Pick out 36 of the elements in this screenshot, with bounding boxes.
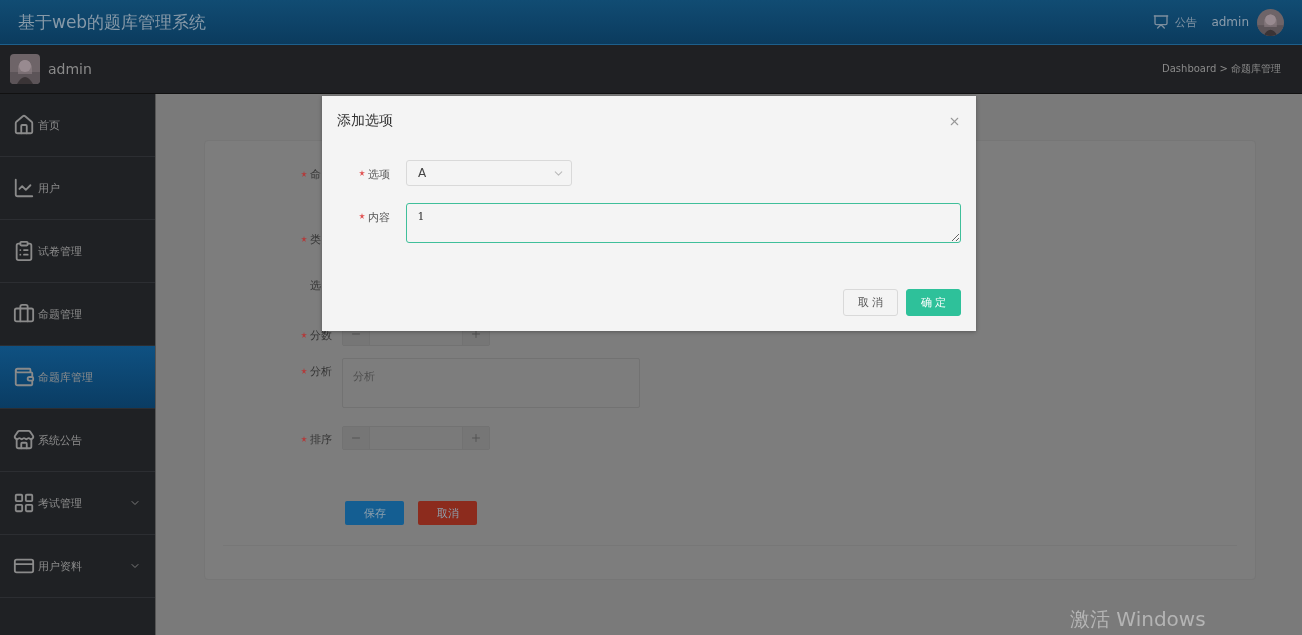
option-select[interactable]: A: [406, 160, 572, 186]
briefcase-icon: [13, 303, 35, 325]
plus-icon[interactable]: [470, 328, 482, 340]
sidebar-user-name: admin: [48, 61, 93, 77]
user-name: admin: [1211, 15, 1249, 29]
notice-board-icon: [1153, 14, 1170, 30]
save-button[interactable]: 保存: [345, 501, 404, 525]
sidebar-item[interactable]: 系统公告: [0, 409, 155, 472]
sidebar-item[interactable]: 试卷管理: [0, 220, 155, 283]
dialog-title: 添加选项: [337, 112, 393, 130]
field-label: 内容: [368, 210, 391, 225]
field-label: 分数: [310, 328, 333, 343]
cancel-button[interactable]: 取消: [418, 501, 477, 525]
field-label: 选: [310, 278, 322, 293]
field-label: 类: [310, 232, 322, 247]
activation-watermark: 激活 Windows: [1070, 606, 1206, 633]
notice-link[interactable]: 公告: [1153, 14, 1198, 30]
breadcrumb: Dashboard > 命题库管理: [1162, 62, 1281, 76]
chart-icon: [13, 177, 35, 199]
app-title: 基于web的题库管理系统: [18, 10, 208, 34]
field-label: 分析: [310, 364, 333, 379]
sidebar-item[interactable]: 用户资料: [0, 535, 155, 598]
cancel-button[interactable]: 取 消: [843, 289, 898, 316]
sidebar-item[interactable]: 用户: [0, 157, 155, 220]
house-icon: [13, 114, 35, 136]
field-label: 排序: [310, 432, 333, 447]
clipboard-icon: [13, 240, 35, 262]
field-label: 命: [310, 167, 322, 182]
sidebar-item[interactable]: 首页: [0, 94, 155, 157]
content-field[interactable]: 1: [405, 203, 961, 243]
wallet-icon: [13, 366, 35, 388]
store-icon: [13, 429, 35, 451]
sidebar-item[interactable]: 命题库管理: [0, 346, 155, 409]
sidebar-item[interactable]: 考试管理: [0, 472, 155, 535]
grid-icon: [13, 492, 35, 514]
field-label: 选项: [368, 167, 391, 182]
